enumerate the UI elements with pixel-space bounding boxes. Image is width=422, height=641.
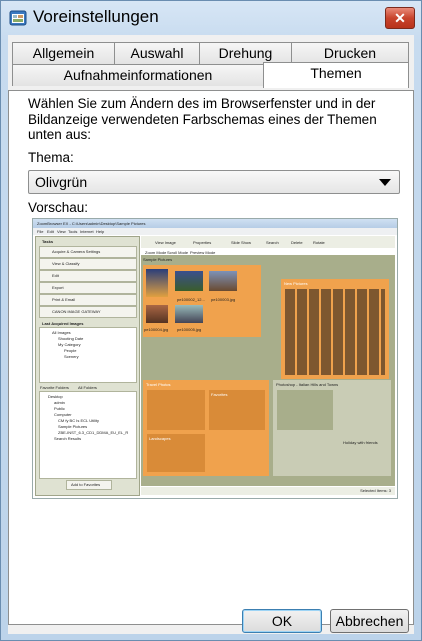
theme-preview: ZoomBrowser EX - C:\Users\admin\Desktop\… bbox=[32, 218, 398, 499]
preview-menu-view: View bbox=[57, 229, 66, 234]
title-bar: Voreinstellungen ✕ bbox=[1, 1, 421, 35]
preview-toolbar: View Image Properties Slide Show Search … bbox=[141, 236, 395, 248]
preview-thumb-caption: pe100004.jpg bbox=[144, 327, 169, 332]
preview-folder: admin bbox=[54, 400, 65, 405]
preview-group-title: Travel Photos bbox=[146, 382, 171, 387]
preview-tool: Search bbox=[266, 240, 279, 245]
preview-add-favorites: Add to Favorites bbox=[71, 482, 101, 487]
dialog-body: Allgemein Auswahl Drehung Drucken Aufnah… bbox=[8, 35, 414, 634]
app-icon bbox=[9, 10, 27, 26]
preview-tool: View Image bbox=[155, 240, 176, 245]
preview-task: Print & Email bbox=[52, 297, 76, 302]
tab-auswahl[interactable]: Auswahl bbox=[114, 42, 200, 64]
preferences-dialog: Voreinstellungen ✕ Allgemein Auswahl Dre… bbox=[0, 0, 422, 641]
preview-menu-internet: Internet bbox=[80, 229, 94, 234]
description-text: Wählen Sie zum Ändern des im Browserfens… bbox=[28, 96, 377, 142]
preview-menu-edit: Edit bbox=[47, 229, 54, 234]
tab-allgemein[interactable]: Allgemein bbox=[12, 42, 115, 64]
theme-label: Thema: bbox=[28, 150, 74, 165]
preview-last-acquired: Last Acquired Images bbox=[42, 321, 84, 326]
preview-menu-help: Help bbox=[96, 229, 105, 234]
tab-drehung[interactable]: Drehung bbox=[199, 42, 292, 64]
preview-folder: Desktop bbox=[48, 394, 63, 399]
preview-menu-file: File bbox=[37, 229, 44, 234]
window-title: Voreinstellungen bbox=[33, 7, 159, 26]
preview-menu-tools: Tools bbox=[68, 229, 78, 234]
preview-left-pane: Tasks Acquire & Camera Settings View & C… bbox=[35, 236, 140, 496]
preview-title: ZoomBrowser EX - C:\Users\admin\Desktop\… bbox=[37, 221, 146, 226]
preview-task: Acquire & Camera Settings bbox=[52, 249, 101, 254]
preview-tool: Slide Show bbox=[231, 240, 252, 245]
tab-themen[interactable]: Themen bbox=[263, 62, 409, 88]
theme-select-value: Olivgrün bbox=[35, 174, 88, 190]
chevron-down-icon[interactable] bbox=[379, 179, 391, 186]
ok-button[interactable]: OK bbox=[242, 609, 322, 633]
preview-folder: Sample Pictures bbox=[58, 424, 88, 429]
preview-tree-item: Scenery bbox=[64, 354, 79, 359]
preview-group-title: New Pictures bbox=[284, 281, 308, 286]
close-button[interactable]: ✕ bbox=[385, 7, 415, 29]
preview-task: Edit bbox=[52, 273, 59, 278]
theme-select[interactable]: Olivgrün bbox=[28, 170, 400, 194]
preview-folder: Public bbox=[54, 406, 65, 411]
preview-browser-area: Sample Pictures pe100002_12... pe100003.… bbox=[141, 255, 395, 486]
preview-tool: Rotate bbox=[313, 240, 325, 245]
preview-label: Vorschau: bbox=[28, 200, 89, 215]
preview-task: View & Classify bbox=[52, 261, 80, 266]
preview-tree-item: My Category bbox=[58, 342, 81, 347]
tab-drucken[interactable]: Drucken bbox=[291, 42, 409, 64]
cancel-button[interactable]: Abbrechen bbox=[330, 609, 409, 633]
preview-group-title: Landscapes bbox=[149, 436, 171, 441]
preview-tree-item: Shooting Date bbox=[58, 336, 84, 341]
preview-statusbar: Selected Items: 3 bbox=[141, 487, 395, 495]
preview-folder-tab: Favorite Folders bbox=[40, 385, 69, 390]
preview-thumb-caption: pe100003.jpg bbox=[211, 297, 236, 302]
preview-folder-tab: All Folders bbox=[78, 385, 97, 390]
preview-group: New Pictures bbox=[281, 279, 389, 379]
preview-tool: Properties bbox=[193, 240, 212, 245]
preview-thumb-caption: pe100002_12... bbox=[177, 297, 205, 302]
preview-folder: ZBE-INST_6.3_CD1_DDMA_EU_EL_R bbox=[58, 430, 129, 435]
preview-status-text: Selected Items: 3 bbox=[360, 488, 391, 493]
preview-menubar: File Edit View Tools Internet Help bbox=[33, 228, 397, 235]
preview-group-title: Favorites bbox=[211, 392, 228, 397]
preview-task: CANON iMAGE GATEWAY bbox=[52, 309, 101, 314]
preview-tasks-header: Tasks bbox=[42, 239, 54, 244]
preview-group-title: Holiday with friends bbox=[343, 440, 378, 445]
preview-thumb-caption: pe100005.jpg bbox=[177, 327, 202, 332]
preview-group: Photoshop - Italian Hills and Towns Holi… bbox=[273, 380, 391, 476]
preview-tree-item: All Images bbox=[52, 330, 71, 335]
preview-folder: Computer bbox=[54, 412, 72, 417]
preview-group-title: Photoshop - Italian Hills and Towns bbox=[276, 382, 339, 387]
preview-folder: CM fy BC Is ECL Utility bbox=[58, 418, 99, 423]
preview-titlebar: ZoomBrowser EX - C:\Users\admin\Desktop\… bbox=[33, 219, 397, 228]
preview-folder: Search Results bbox=[54, 436, 82, 441]
preview-group: Travel Photos Favorites Landscapes bbox=[143, 380, 269, 476]
preview-tree-item: People bbox=[64, 348, 77, 353]
preview-folder-name: Sample Pictures bbox=[143, 257, 173, 262]
preview-tool: Delete bbox=[291, 240, 303, 245]
preview-task: Export bbox=[52, 285, 64, 290]
tab-aufnahmeinformationen[interactable]: Aufnahmeinformationen bbox=[12, 64, 264, 86]
